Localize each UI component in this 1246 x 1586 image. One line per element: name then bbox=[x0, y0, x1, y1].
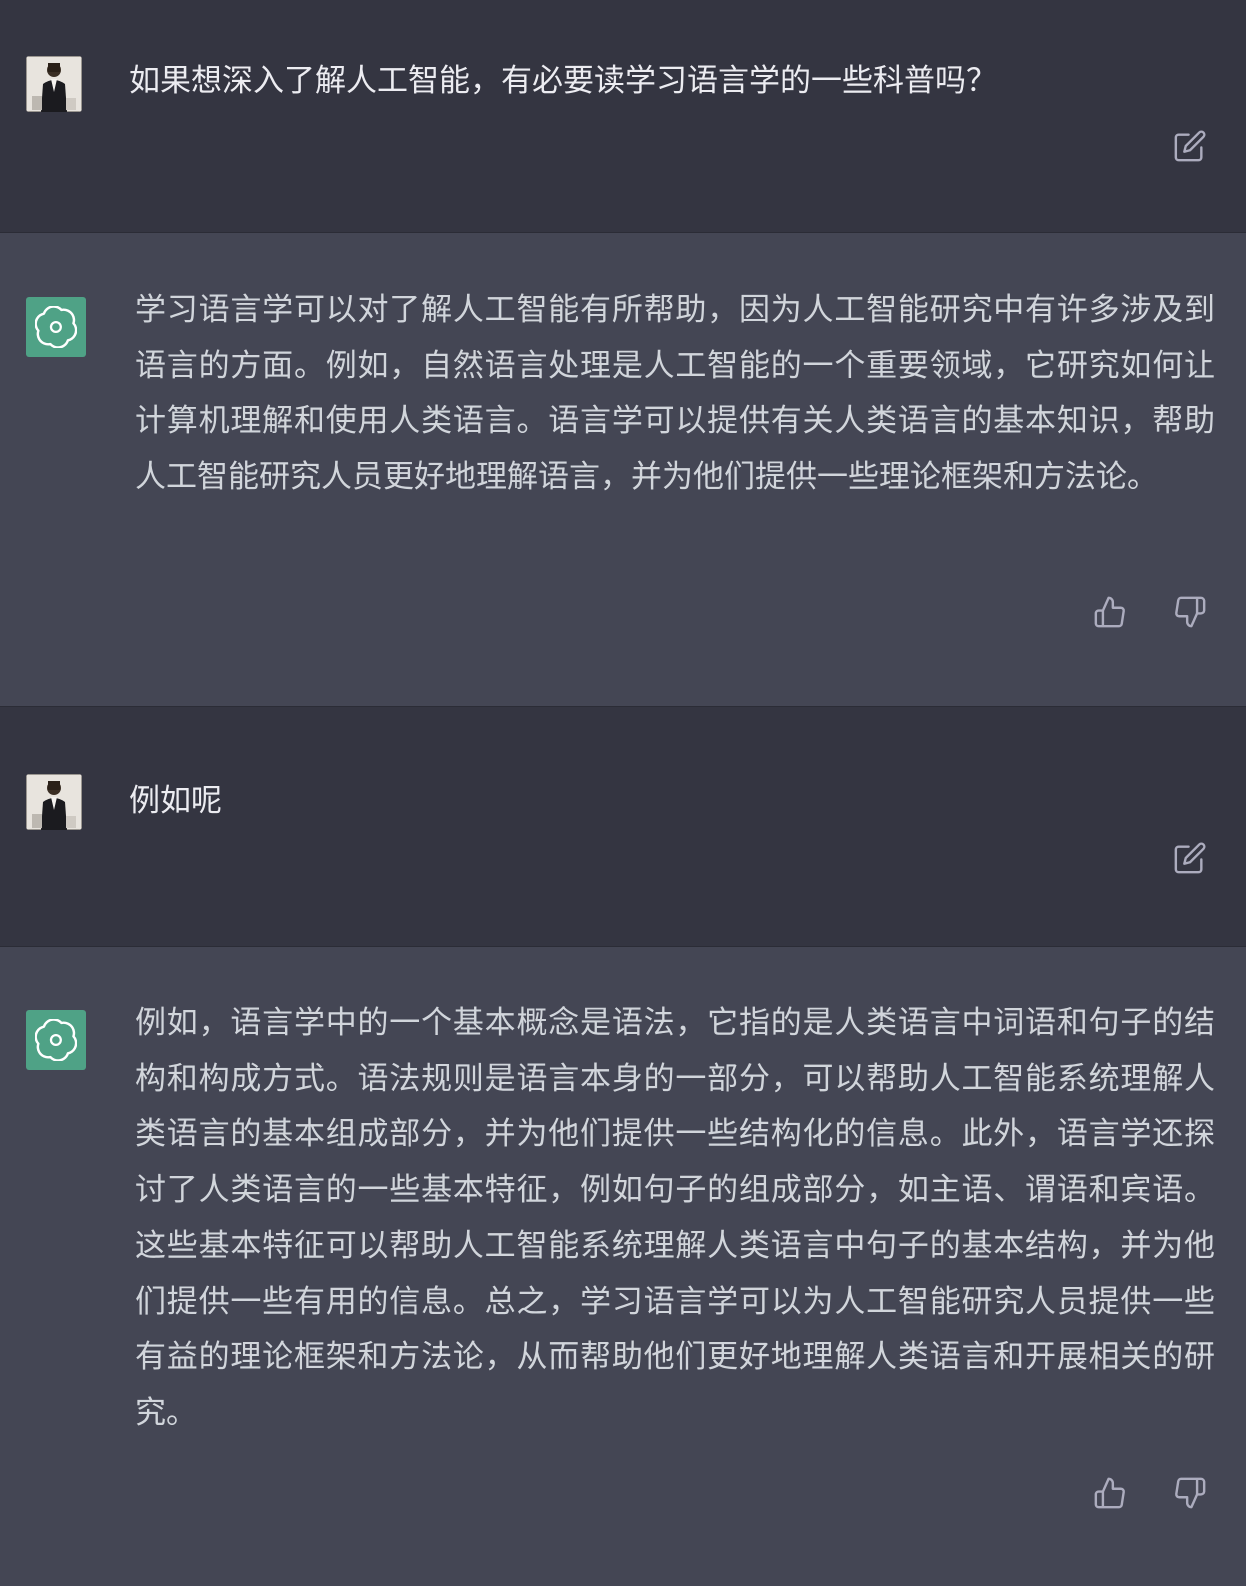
assistant-avatar bbox=[26, 297, 86, 357]
thumbs-up-icon bbox=[1094, 1477, 1125, 1509]
edit-icon bbox=[1174, 130, 1206, 162]
assistant-message: 学习语言学可以对了解人工智能有所帮助，因为人工智能研究中有许多涉及到语言的方面。… bbox=[0, 233, 1246, 707]
openai-logo-icon bbox=[35, 306, 77, 348]
user-photo-avatar-icon bbox=[26, 774, 82, 830]
openai-logo-icon bbox=[35, 1019, 77, 1061]
assistant-message: 例如，语言学中的一个基本概念是语法，它指的是人类语言中词语和句子的结构和构成方式… bbox=[0, 947, 1246, 1586]
user-avatar bbox=[26, 774, 82, 830]
thumbs-up-icon bbox=[1094, 596, 1125, 628]
user-avatar bbox=[26, 56, 82, 112]
assistant-avatar bbox=[26, 1010, 86, 1070]
user-message: 例如呢 bbox=[0, 707, 1246, 947]
thumbs-down-icon bbox=[1175, 1477, 1206, 1509]
user-message: 如果想深入了解人工智能，有必要读学习语言学的一些科普吗？ bbox=[0, 0, 1246, 233]
edit-icon bbox=[1174, 842, 1206, 874]
thumbs-up-button[interactable] bbox=[1092, 1475, 1128, 1511]
edit-button[interactable] bbox=[1172, 840, 1208, 876]
assistant-message-text: 学习语言学可以对了解人工智能有所帮助，因为人工智能研究中有许多涉及到语言的方面。… bbox=[135, 292, 1215, 496]
thumbs-down-icon bbox=[1175, 596, 1206, 628]
thumbs-up-button[interactable] bbox=[1092, 594, 1128, 630]
thumbs-down-button[interactable] bbox=[1172, 594, 1208, 630]
user-message-text: 如果想深入了解人工智能，有必要读学习语言学的一些科普吗？ bbox=[129, 63, 997, 99]
edit-button[interactable] bbox=[1172, 128, 1208, 164]
thumbs-down-button[interactable] bbox=[1172, 1475, 1208, 1511]
assistant-message-text: 例如，语言学中的一个基本概念是语法，它指的是人类语言中词语和句子的结构和构成方式… bbox=[135, 1005, 1215, 1431]
user-message-text: 例如呢 bbox=[129, 783, 222, 819]
user-photo-avatar-icon bbox=[26, 56, 82, 112]
